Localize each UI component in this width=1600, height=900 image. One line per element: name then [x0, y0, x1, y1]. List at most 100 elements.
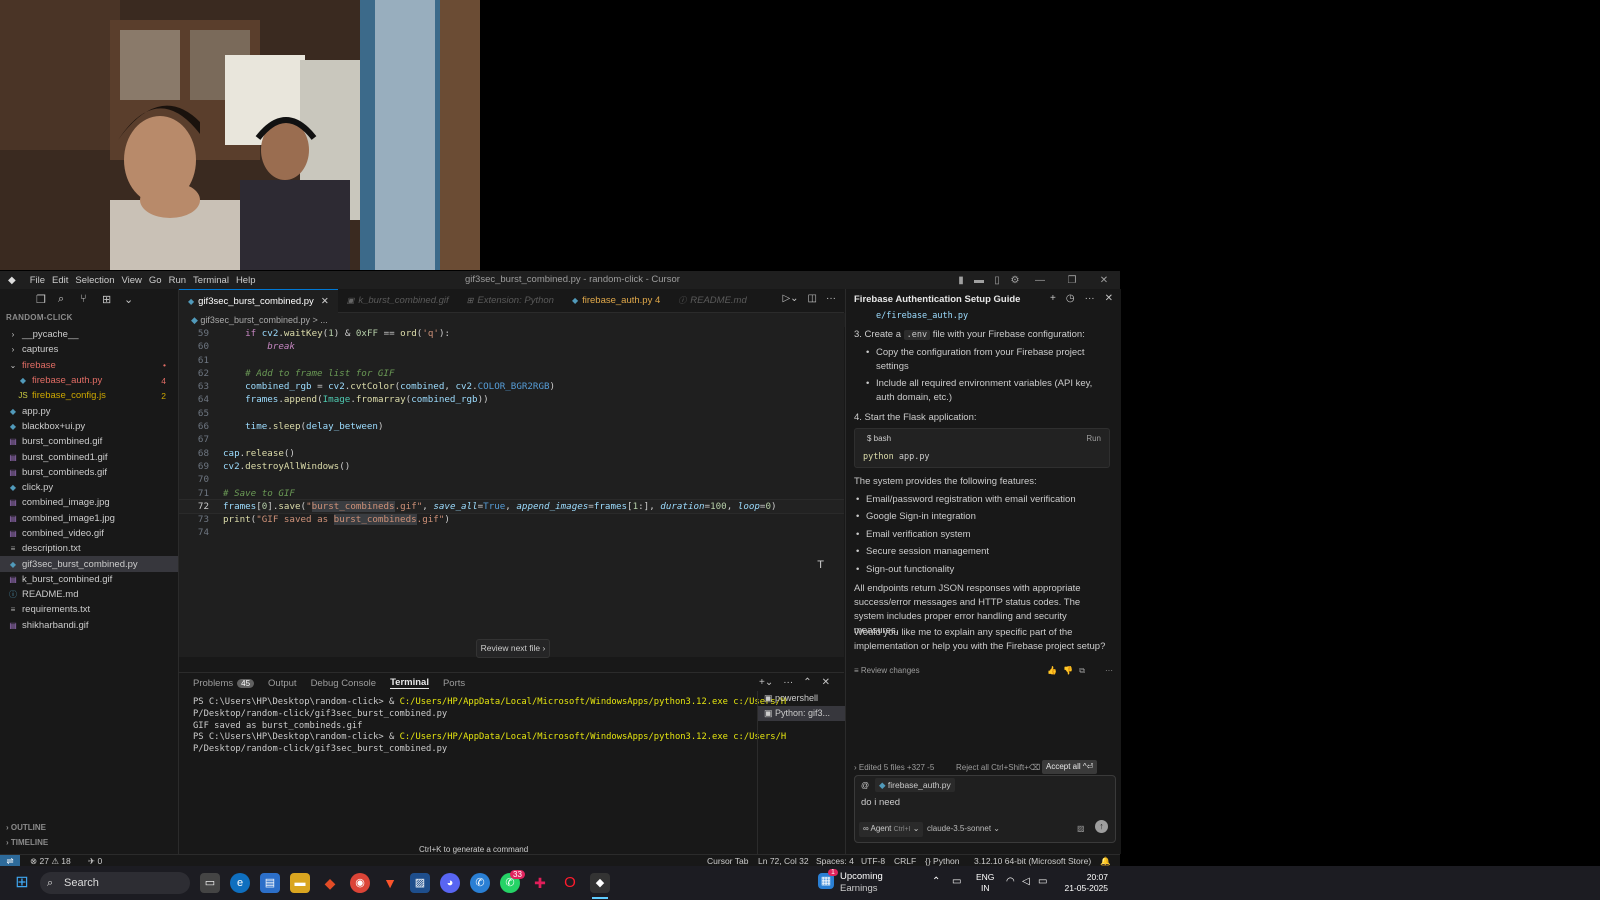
file-item[interactable]: ▤ k_burst_combined.gif — [0, 572, 178, 587]
discord-icon[interactable]: ◕ — [440, 873, 460, 893]
chevron-down-icon[interactable]: ⌄ — [124, 293, 146, 306]
outline-section[interactable]: › OUTLINE — [6, 820, 48, 835]
tab-gif3sec-burst-combined[interactable]: ◆ gif3sec_burst_combined.py ✕ — [179, 289, 338, 313]
chat-input-text[interactable]: do i need — [861, 796, 900, 810]
folder-item[interactable]: › captures — [0, 342, 178, 357]
menu-go[interactable]: Go — [149, 275, 162, 286]
send-icon[interactable]: ↑ — [1095, 820, 1108, 833]
battery-icon[interactable]: ▭ — [1038, 876, 1047, 887]
text-format-icon[interactable]: T — [817, 559, 824, 571]
wifi-icon[interactable]: ◠ — [1006, 876, 1015, 887]
tab-terminal[interactable]: Terminal — [390, 677, 429, 689]
menu-help[interactable]: Help — [236, 275, 256, 286]
file-explorer-icon[interactable]: ▬ — [290, 873, 310, 893]
file-item[interactable]: ◆ gif3sec_burst_combined.py — [0, 556, 178, 572]
breadcrumb[interactable]: ◆ gif3sec_burst_combined.py > ... — [179, 313, 851, 327]
file-item[interactable]: JS firebase_config.js 2 — [0, 388, 178, 403]
new-chat-icon[interactable]: + — [1050, 293, 1056, 304]
new-terminal-icon[interactable]: +⌄ — [759, 677, 773, 688]
code-editor[interactable]: 59 if cv2.waitKey(1) & 0xFF == ord('q'):… — [179, 327, 844, 657]
tab-extension-python[interactable]: ⊞ Extension: Python — [458, 289, 563, 312]
chat-input-box[interactable]: @ ◆ firebase_auth.py do i need ∞ Agent C… — [854, 775, 1116, 843]
file-item[interactable]: ▤ burst_combineds.gif — [0, 465, 178, 480]
edge-browser-icon[interactable]: e — [230, 873, 250, 893]
close-icon[interactable]: ✕ — [1088, 275, 1120, 286]
more-actions-icon[interactable]: ··· — [826, 293, 836, 304]
tab-k-burst-combined-gif[interactable]: ▣ k_burst_combined.gif — [338, 289, 458, 312]
file-item[interactable]: ▤ combined_image.jpg — [0, 495, 178, 510]
split-editor-icon[interactable]: ◫ — [808, 293, 817, 304]
menu-file[interactable]: File — [30, 275, 45, 286]
menu-terminal[interactable]: Terminal — [193, 275, 229, 286]
file-item[interactable]: ◆ firebase_auth.py 4 — [0, 373, 178, 388]
menu-selection[interactable]: Selection — [75, 275, 114, 286]
more-actions-icon[interactable]: ··· — [783, 677, 793, 688]
tab-output[interactable]: Output — [268, 678, 297, 689]
history-icon[interactable]: ◷ — [1066, 293, 1075, 304]
run-icon[interactable]: ▷⌄ — [782, 293, 798, 304]
clock[interactable]: 20:07 21-05-2025 — [1062, 872, 1108, 894]
cursor-app-icon[interactable]: ◆ — [590, 873, 610, 893]
mention-icon[interactable]: @ — [861, 779, 869, 793]
maximize-panel-icon[interactable]: ⌃ — [803, 677, 811, 688]
file-item[interactable]: ◆ click.py — [0, 480, 178, 495]
minimize-icon[interactable]: — — [1024, 275, 1056, 286]
tab-debug-console[interactable]: Debug Console — [311, 678, 377, 689]
context-file-chip[interactable]: ◆ firebase_auth.py — [875, 778, 955, 792]
explorer-section-title[interactable]: RANDOM-CLICK — [0, 313, 178, 327]
tab-readme[interactable]: ⓘ README.md — [669, 289, 755, 312]
file-item[interactable]: ≡ requirements.txt — [0, 602, 178, 617]
display-icon[interactable]: ▭ — [952, 876, 961, 887]
review-next-file-button[interactable]: Review next file › — [476, 639, 550, 658]
volume-icon[interactable]: ◁ — [1022, 876, 1030, 887]
file-item[interactable]: ◆ app.py — [0, 403, 178, 418]
brave-icon[interactable]: ▼ — [380, 873, 400, 893]
more-actions-icon[interactable]: ··· — [1085, 293, 1095, 304]
file-item[interactable]: ▤ combined_video.gif — [0, 526, 178, 541]
restore-icon[interactable]: ❐ — [1056, 275, 1088, 286]
folder-item[interactable]: ⌄ firebase • — [0, 358, 178, 373]
tab-problems[interactable]: Problems 45 — [193, 678, 255, 689]
timeline-section[interactable]: › TIMELINE — [6, 835, 48, 850]
slack-icon[interactable]: ✚ — [530, 873, 550, 893]
file-item[interactable]: ≡ description.txt — [0, 541, 178, 556]
terminal-output[interactable]: PS C:\Users\HP\Desktop\random-click> & C… — [193, 697, 786, 756]
menu-view[interactable]: View — [121, 275, 141, 286]
store-icon[interactable]: ▤ — [260, 873, 280, 893]
taskbar-search[interactable]: ⌕ Search — [40, 872, 190, 894]
toggle-panel-icon[interactable]: ▬ — [970, 275, 988, 286]
image-attach-icon[interactable]: ▨ — [1077, 822, 1085, 836]
search-icon[interactable]: ⌕ — [58, 293, 80, 306]
review-changes-link[interactable]: ≡ Review changes — [854, 664, 920, 678]
phone-link-icon[interactable]: ✆ — [470, 873, 490, 893]
menu-edit[interactable]: Edit — [52, 275, 68, 286]
toggle-sidebar-icon[interactable]: ▮ — [952, 275, 970, 286]
folder-item[interactable]: › __pycache__ — [0, 327, 178, 342]
windows-start-icon[interactable]: ⊞ — [12, 873, 32, 893]
close-tab-icon[interactable]: ✕ — [321, 296, 329, 307]
files-icon[interactable]: ❐ — [36, 293, 58, 306]
task-view-icon[interactable]: ▭ — [200, 873, 220, 893]
feedback-icons[interactable]: 👍👎⧉ — [1047, 664, 1091, 678]
menu-run[interactable]: Run — [169, 275, 186, 286]
photos-icon[interactable]: ▨ — [410, 873, 430, 893]
extensions-icon[interactable]: ⊞ — [102, 293, 124, 306]
tab-firebase-auth[interactable]: ◆ firebase_auth.py 4 — [563, 289, 669, 312]
file-item[interactable]: ⓘ README.md — [0, 587, 178, 602]
file-item[interactable]: ▤ burst_combined1.gif — [0, 449, 178, 464]
opera-icon[interactable]: O — [560, 873, 580, 893]
toggle-secondary-sidebar-icon[interactable]: ▯ — [988, 275, 1006, 286]
chevron-up-icon[interactable]: ⌃ — [932, 876, 940, 887]
git-icon[interactable]: ◆ — [320, 873, 340, 893]
file-item[interactable]: ◆ blackbox+ui.py — [0, 419, 178, 434]
language-indicator[interactable]: ENG IN — [976, 872, 994, 894]
model-selector[interactable]: claude-3.5-sonnet ⌄ — [927, 822, 1000, 836]
settings-gear-icon[interactable]: ⚙ — [1006, 275, 1024, 286]
accept-all-button[interactable]: Accept all ^⏎ — [1042, 760, 1098, 774]
agent-mode-selector[interactable]: ∞ Agent Ctrl+I ⌄ — [859, 822, 924, 837]
file-item[interactable]: ▤ shikharbandi.gif — [0, 618, 178, 633]
tab-ports[interactable]: Ports — [443, 678, 465, 689]
close-panel-icon[interactable]: ✕ — [822, 677, 830, 688]
source-control-icon[interactable]: ⑂ — [80, 293, 102, 305]
edited-files-summary[interactable]: › Edited 5 files +327 -5 — [854, 761, 934, 775]
